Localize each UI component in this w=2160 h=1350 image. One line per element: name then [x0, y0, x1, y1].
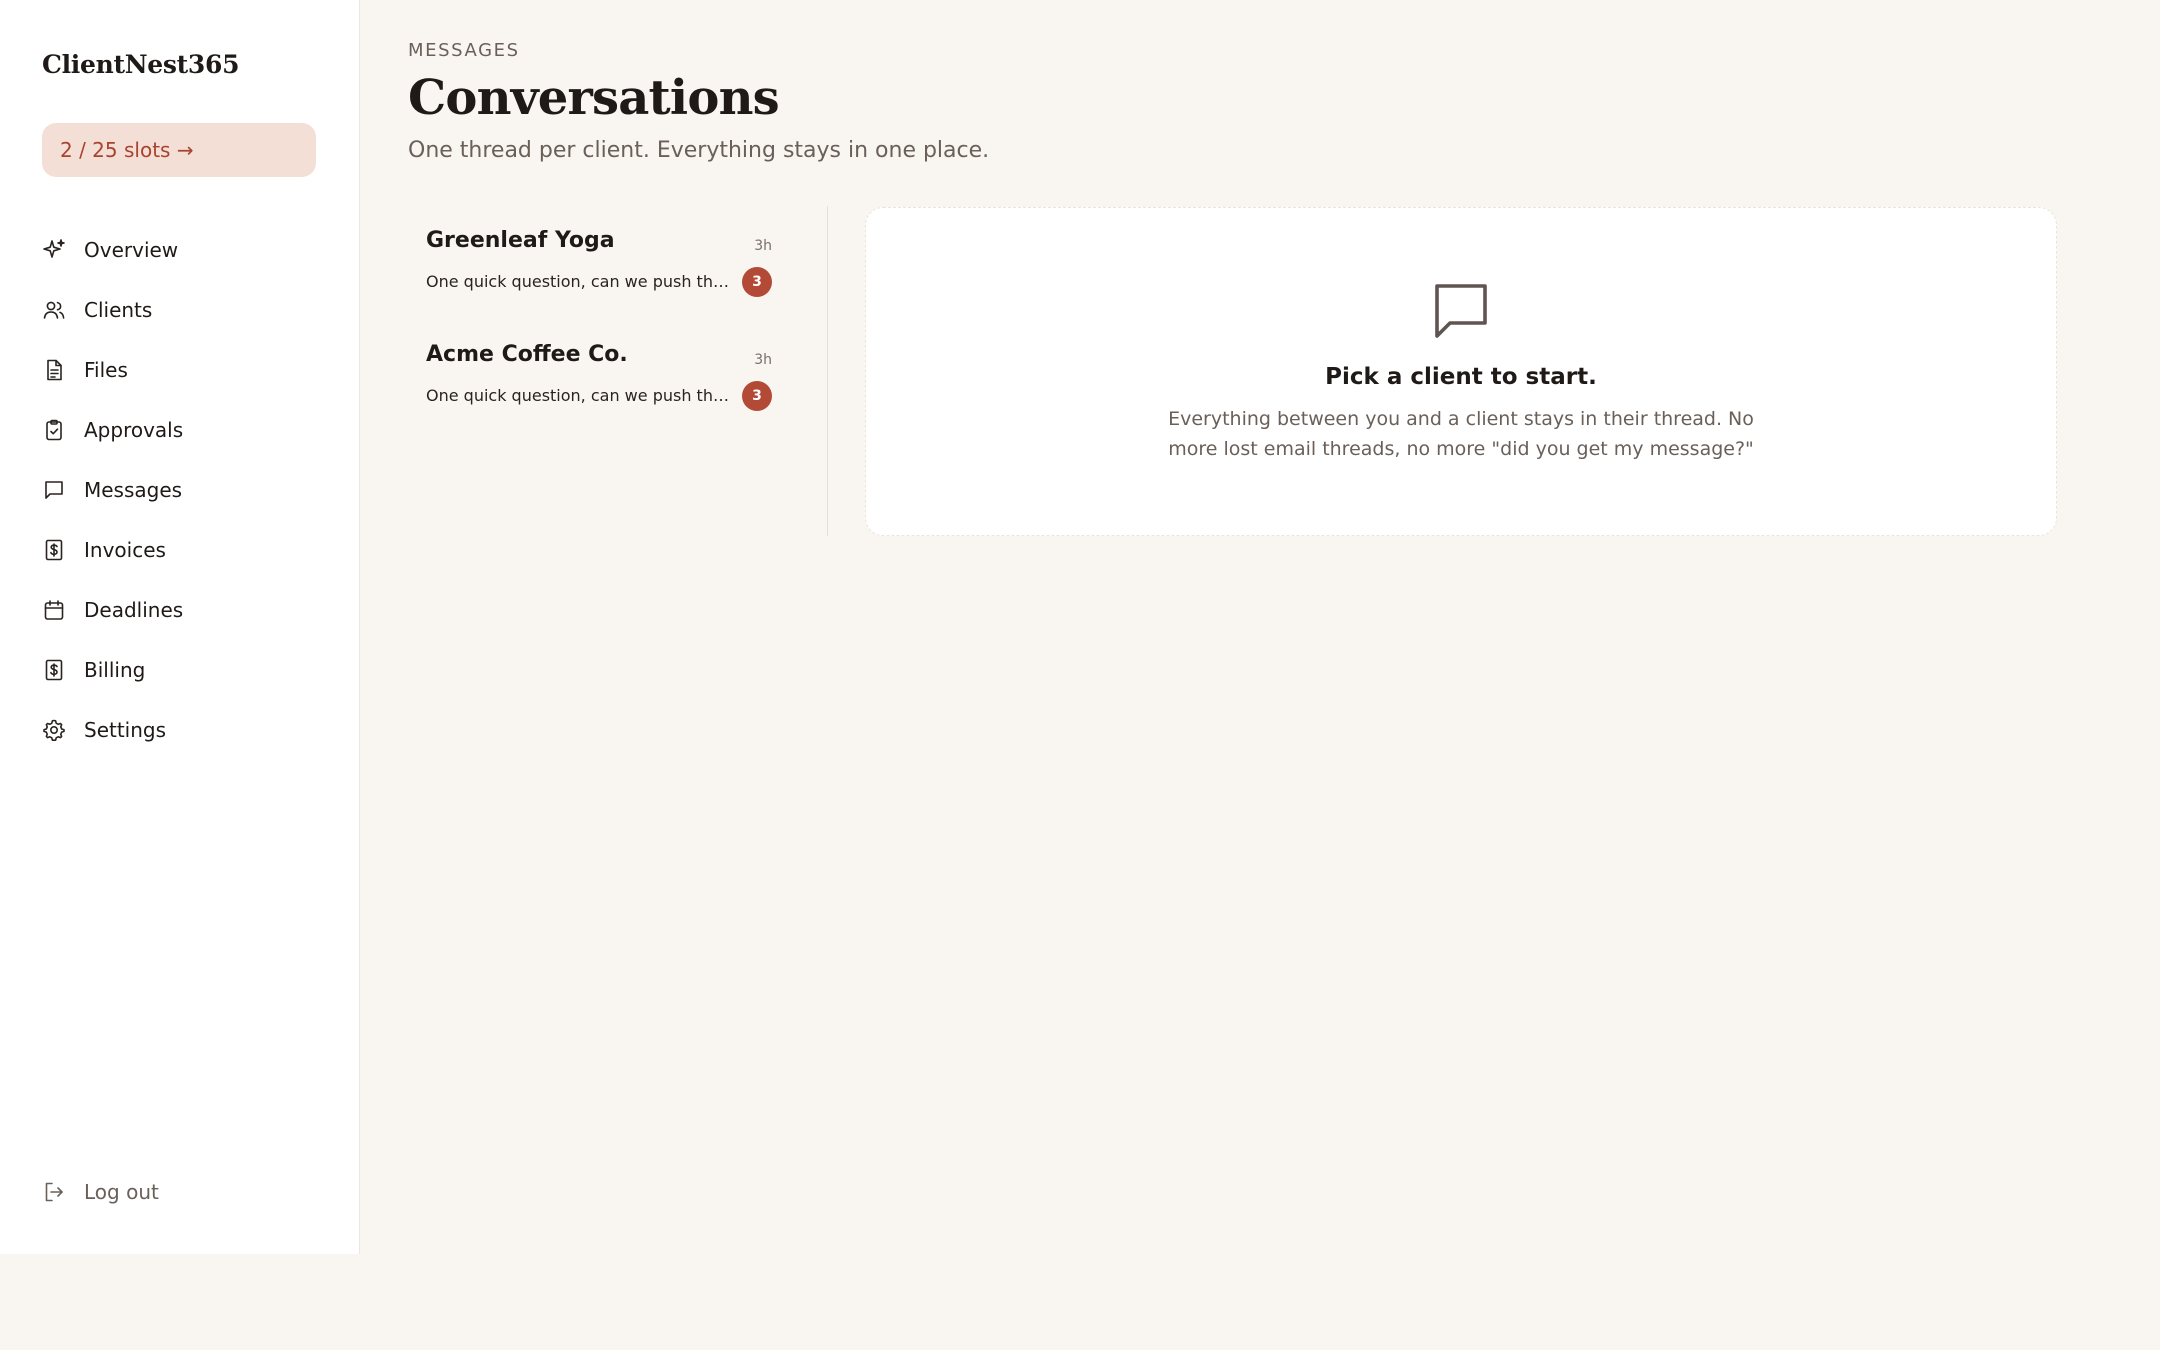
calendar-icon: [40, 596, 68, 624]
conversation-name: Acme Coffee Co.: [426, 342, 628, 367]
conversation-time: 3h: [754, 238, 772, 254]
sidebar-item-clients[interactable]: Clients: [40, 280, 330, 340]
users-icon: [40, 296, 68, 324]
conversation-time: 3h: [754, 352, 772, 368]
empty-state-title: Pick a client to start.: [1325, 364, 1597, 390]
sidebar: ClientNest365 2 / 25 slots → Overview Cl…: [0, 0, 360, 1254]
sidebar-item-approvals[interactable]: Approvals: [40, 400, 330, 460]
logout-label: Log out: [84, 1180, 159, 1204]
message-icon: [1433, 282, 1489, 338]
conversation-item-greenleaf-yoga[interactable]: Greenleaf Yoga 3h One quick question, ca…: [408, 206, 827, 320]
sidebar-item-label: Overview: [84, 238, 179, 262]
conversation-item-acme-coffee[interactable]: Acme Coffee Co. 3h One quick question, c…: [408, 320, 827, 434]
sparkle-icon: [40, 236, 68, 264]
sidebar-item-label: Messages: [84, 478, 183, 502]
sidebar-item-files[interactable]: Files: [40, 340, 330, 400]
logout-button[interactable]: Log out: [40, 1162, 159, 1222]
page-eyebrow: MESSAGES: [408, 40, 520, 61]
slots-usage-button[interactable]: 2 / 25 slots →: [42, 123, 316, 177]
message-icon: [40, 476, 68, 504]
sidebar-item-label: Clients: [84, 298, 153, 322]
page-subtitle: One thread per client. Everything stays …: [408, 138, 990, 163]
sidebar-item-deadlines[interactable]: Deadlines: [40, 580, 330, 640]
sidebar-item-overview[interactable]: Overview: [40, 220, 330, 280]
sidebar-item-label: Settings: [84, 718, 167, 742]
empty-state-body: Everything between you and a client stay…: [1168, 408, 1754, 460]
conversation-preview: One quick question, can we push the ...: [426, 386, 736, 405]
unread-badge: 3: [742, 381, 772, 411]
conversation-preview: One quick question, can we push the ...: [426, 272, 736, 291]
sidebar-item-label: Approvals: [84, 418, 184, 442]
brand-logo[interactable]: ClientNest365: [42, 50, 239, 79]
conversation-list: Greenleaf Yoga 3h One quick question, ca…: [408, 206, 828, 536]
unread-badge: 3: [742, 267, 772, 297]
sidebar-item-label: Deadlines: [84, 598, 184, 622]
sidebar-item-label: Files: [84, 358, 128, 382]
sidebar-item-invoices[interactable]: Invoices: [40, 520, 330, 580]
dollar-doc-icon: [40, 536, 68, 564]
sidebar-item-billing[interactable]: Billing: [40, 640, 330, 700]
sidebar-item-label: Billing: [84, 658, 146, 682]
file-icon: [40, 356, 68, 384]
sidebar-item-settings[interactable]: Settings: [40, 700, 330, 760]
sidebar-nav: Overview Clients Files Approvals Message…: [40, 220, 330, 760]
logout-icon: [40, 1178, 68, 1206]
clipboard-check-icon: [40, 416, 68, 444]
empty-thread-panel: Pick a client to start. Everything betwe…: [865, 207, 2057, 536]
sidebar-item-messages[interactable]: Messages: [40, 460, 330, 520]
conversation-name: Greenleaf Yoga: [426, 228, 615, 253]
page-title: Conversations: [408, 70, 780, 126]
dollar-doc-icon: [40, 656, 68, 684]
main-content: MESSAGES Conversations One thread per cl…: [408, 0, 2108, 1350]
sidebar-item-label: Invoices: [84, 538, 166, 562]
gear-icon: [40, 716, 68, 744]
